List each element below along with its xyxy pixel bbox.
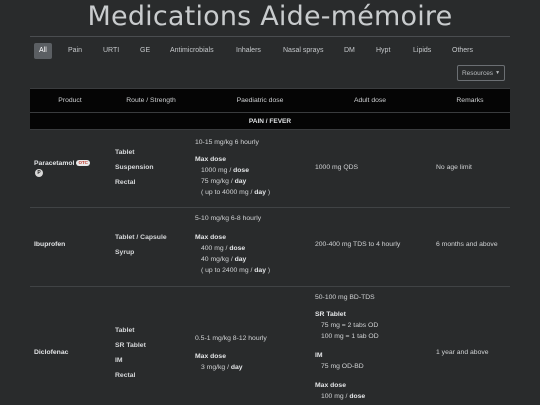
tab-antimicrobials[interactable]: Antimicrobials [165,43,219,59]
tab-all[interactable]: All [34,43,52,59]
route-tablet-capsule: Tablet / Capsule [115,234,167,241]
route-rectal: Rectal [115,179,136,186]
row-divider [30,286,510,287]
caret-down-icon: ▼ [495,70,501,76]
tab-others[interactable]: Others [447,43,478,59]
route-rectal: Rectal [115,372,136,379]
adult-im-dose: 75 mg OD-BD [321,363,364,370]
adult-frequency: 50-100 mg BD-TDS [315,294,375,301]
paed-max-total: ( up to 4000 mg / day ) [201,189,271,196]
route-im: IM [115,357,123,364]
table-header: Product Route / Strength Paediatric dose… [30,88,510,112]
tab-nasal-sprays[interactable]: Nasal sprays [278,43,328,59]
otc-badge: OTC [76,160,90,166]
remarks: 6 months and above [436,241,498,248]
paed-max-per-dose: 1000 mg / dose [201,167,249,174]
paed-frequency: 10-15 mg/kg 6 hourly [195,139,259,146]
header-adult-dose: Adult dose [353,97,387,104]
paed-max-dose-label: Max dose [195,234,226,241]
route-tablet: Tablet [115,327,135,334]
remarks: No age limit [436,164,472,171]
section-header-pain-fever: PAIN / FEVER [30,112,510,130]
resources-label: Resources [461,70,494,77]
page-title: Medications Aide-mémoire [87,1,453,32]
route-syrup: Syrup [115,249,135,256]
tab-dm[interactable]: DM [339,43,360,59]
adult-im-label: IM [315,352,323,359]
tab-lipids[interactable]: Lipids [408,43,436,59]
adult-sr-75: 75 mg = 2 tabs OD [321,322,379,329]
drug-name-ibuprofen: Ibuprofen [34,241,66,248]
tab-urti[interactable]: URTI [98,43,124,59]
drug-name-text: Paracetamol [34,160,75,167]
tab-hypt[interactable]: Hypt [371,43,395,59]
resources-dropdown-button[interactable]: Resources ▼ [457,65,505,81]
paed-max-per-day: 40 mg/kg / day [201,256,247,263]
header-paediatric-dose: Paediatric dose [236,97,284,104]
route-suspension: Suspension [115,164,154,171]
header-remarks: Remarks [456,97,484,104]
route-sr-tablet: SR Tablet [115,342,146,349]
route-tablet: Tablet [115,149,135,156]
title-divider [30,36,510,37]
adult-sr-label: SR Tablet [315,311,346,318]
paed-max-per-day: 75 mg/kg / day [201,178,247,185]
drug-name-diclofenac: Diclofenac [34,349,69,356]
adult-sr-100: 100 mg = 1 tab OD [321,333,379,340]
row-divider [30,207,510,208]
adult-dose: 200-400 mg TDS to 4 hourly [315,241,401,248]
paed-frequency: 5-10 mg/kg 6-8 hourly [195,215,262,222]
tab-ge[interactable]: GE [135,43,155,59]
adult-max-dose-label: Max dose [315,382,346,389]
paed-max-per-dose: 400 mg / dose [201,245,246,252]
pharmacy-badge: P [35,169,43,177]
paed-frequency: 0.5-1 mg/kg 8-12 hourly [195,335,267,342]
tab-inhalers[interactable]: Inhalers [231,43,266,59]
header-route-strength: Route / Strength [126,97,176,104]
tab-pain[interactable]: Pain [63,43,87,59]
paed-max-dose-label: Max dose [195,353,226,360]
header-product: Product [58,97,82,104]
paed-max-per-day: 3 mg/kg / day [201,364,243,371]
paed-max-dose-label: Max dose [195,156,226,163]
adult-max-per-dose: 100 mg / dose [321,393,366,400]
adult-dose: 1000 mg QDS [315,164,359,171]
remarks: 1 year and above [436,349,489,356]
drug-name-paracetamol: Paracetamol OTC [34,159,90,168]
paed-max-total: ( up to 2400 mg / day ) [201,267,271,274]
